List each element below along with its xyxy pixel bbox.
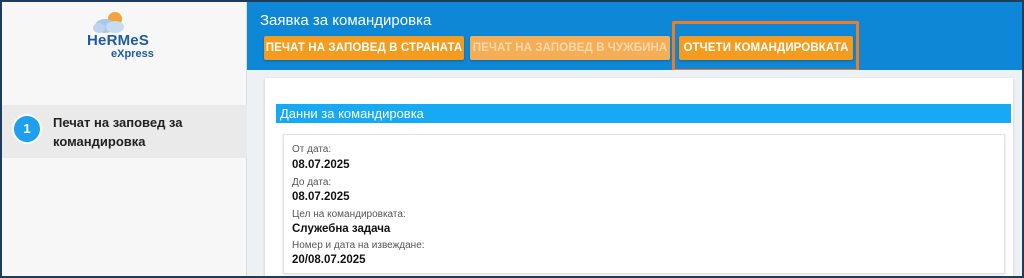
step-label: Печат на заповед за командировка (53, 115, 183, 149)
print-domestic-order-button[interactable]: ПЕЧАТ НА ЗАПОВЕД В СТРАНАТА (264, 36, 464, 60)
app-logo: HeRMeS eXpress (87, 10, 167, 66)
issue-number-value: 20/08.07.2025 (292, 254, 366, 266)
sidebar-step-1[interactable]: 1 Печат на заповед за командировка (2, 105, 247, 158)
trip-reports-button[interactable]: ОТЧЕТИ КОМАНДИРОВКАТА (679, 36, 853, 60)
sidebar: HeRMeS eXpress 1 Печат на заповед за ком… (2, 2, 247, 276)
purpose-label: Цел на командировката: (292, 209, 406, 220)
app-window: HeRMeS eXpress 1 Печат на заповед за ком… (0, 0, 1024, 278)
trip-data-card: Данни за командировка От дата: 08.07.202… (265, 78, 1013, 276)
print-abroad-order-button[interactable]: ПЕЧАТ НА ЗАПОВЕД В ЧУЖБИНА (470, 36, 670, 60)
to-date-value: 08.07.2025 (292, 191, 350, 203)
issue-number-label: Номер и дата на извеждане: (292, 240, 425, 251)
from-date-value: 08.07.2025 (292, 159, 350, 171)
trip-details-panel: От дата: 08.07.2025 До дата: 08.07.2025 … (283, 134, 1005, 274)
from-date-label: От дата: (292, 144, 332, 155)
section-title: Данни за командировка (276, 104, 1011, 123)
logo-wordmark: HeRMeS (87, 32, 150, 49)
page-title: Заявка за командировка (260, 12, 432, 29)
main-content: Данни за командировка От дата: 08.07.202… (247, 70, 1022, 276)
step-number-badge: 1 (12, 114, 42, 144)
top-header: Заявка за командировка ПЕЧАТ НА ЗАПОВЕД … (247, 2, 1022, 72)
purpose-value: Служебна задача (292, 223, 391, 235)
logo-subtitle: eXpress (111, 48, 154, 60)
to-date-label: До дата: (292, 177, 332, 188)
